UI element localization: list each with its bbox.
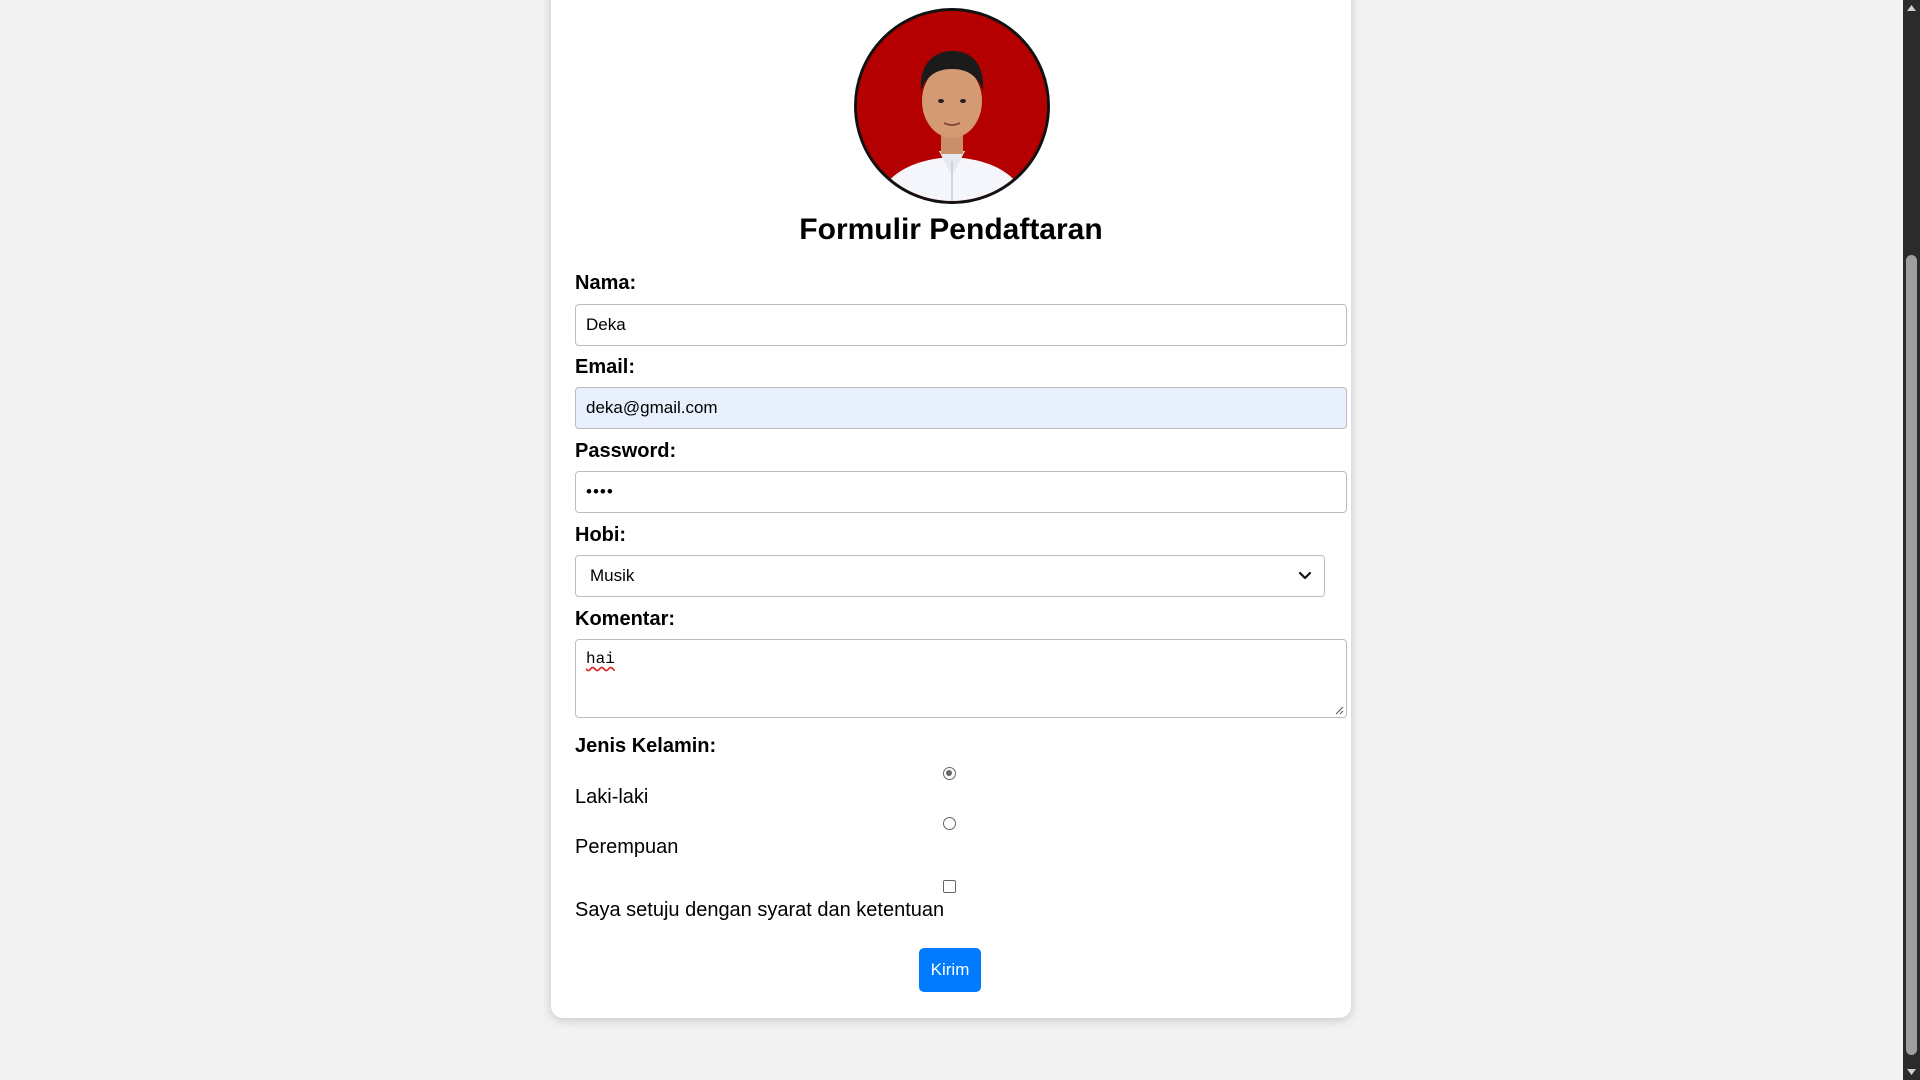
registration-card: Formulir Pendaftaran Nama: Email: Passwo… <box>551 0 1351 1018</box>
gender-radio-female[interactable] <box>943 817 956 830</box>
hobby-label: Hobi: <box>575 524 627 546</box>
password-input[interactable] <box>575 471 1347 513</box>
hobby-selected-value: Musik <box>590 566 635 585</box>
page-title: Formulir Pendaftaran <box>799 213 1103 246</box>
page: Formulir Pendaftaran Nama: Email: Passwo… <box>0 0 1920 1080</box>
gender-option-male: Laki-laki <box>575 786 649 808</box>
scroll-down-arrow-icon[interactable] <box>1906 1067 1917 1077</box>
scrollbar-thumb[interactable] <box>1906 255 1917 1055</box>
password-label: Password: <box>575 440 677 462</box>
name-label: Nama: <box>575 272 637 294</box>
gender-option-female: Perempuan <box>575 836 679 858</box>
terms-checkbox[interactable] <box>943 880 956 893</box>
submit-button[interactable]: Kirim <box>919 948 981 992</box>
chevron-down-icon <box>1298 571 1312 580</box>
vertical-scrollbar[interactable] <box>1903 0 1920 1080</box>
email-input[interactable] <box>575 387 1347 429</box>
email-label: Email: <box>575 356 636 378</box>
comment-label: Komentar: <box>575 608 676 630</box>
profile-photo-illustration <box>857 11 1047 201</box>
comment-textarea[interactable]: hai <box>575 639 1347 718</box>
gender-label: Jenis Kelamin: <box>575 735 717 757</box>
scroll-up-arrow-icon[interactable] <box>1906 3 1917 13</box>
profile-photo <box>854 8 1050 204</box>
name-input[interactable] <box>575 304 1347 346</box>
gender-radio-male[interactable] <box>943 767 956 780</box>
hobby-select[interactable]: Musik <box>575 555 1325 597</box>
resize-grip-icon[interactable] <box>1334 705 1344 715</box>
comment-text: hai <box>586 650 615 668</box>
terms-label: Saya setuju dengan syarat dan ketentuan <box>575 899 945 921</box>
